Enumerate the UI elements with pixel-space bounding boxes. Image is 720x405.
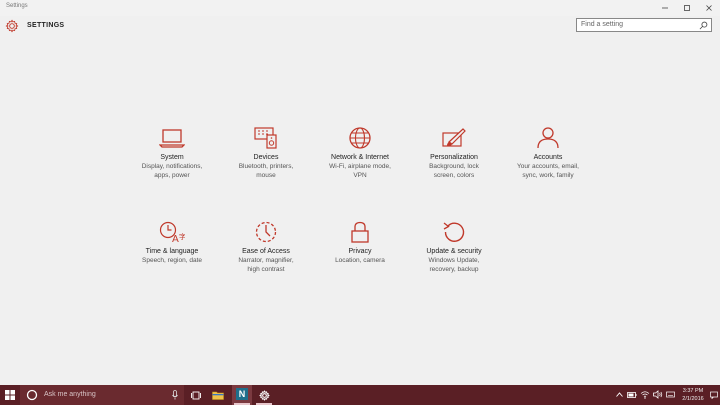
tile-devices[interactable]: Devices Bluetooth, printers, mouse bbox=[224, 127, 308, 180]
clock-language-icon: A 字 bbox=[159, 221, 185, 243]
tile-desc: Narrator, magnifier, bbox=[238, 257, 294, 264]
file-explorer-button[interactable] bbox=[208, 385, 228, 405]
tile-desc: Speech, region, date bbox=[142, 257, 202, 264]
devices-icon bbox=[254, 127, 277, 149]
window-controls bbox=[654, 0, 720, 16]
tile-privacy[interactable]: Privacy Location, camera bbox=[318, 221, 402, 265]
ease-access-icon bbox=[255, 221, 277, 243]
tile-desc: recovery, backup bbox=[429, 266, 479, 273]
volume-icon[interactable] bbox=[653, 390, 663, 399]
tile-system[interactable]: System Display, notifications, apps, pow… bbox=[130, 127, 214, 180]
tile-title: Time & language bbox=[145, 248, 199, 255]
laptop-icon bbox=[159, 129, 185, 148]
title-bar: Settings bbox=[0, 0, 720, 16]
tile-desc: Bluetooth, printers, bbox=[238, 163, 294, 170]
tile-title: Update & security bbox=[426, 248, 482, 255]
cortana-search-input[interactable]: Ask me anything bbox=[44, 391, 96, 398]
find-setting-search[interactable]: Find a setting bbox=[576, 18, 712, 32]
tile-title: Accounts bbox=[533, 154, 563, 161]
chevron-up-icon[interactable] bbox=[616, 392, 623, 397]
tile-accounts[interactable]: Accounts Your accounts, email, sync, wor… bbox=[506, 127, 590, 180]
search-input[interactable]: Find a setting bbox=[581, 21, 623, 28]
taskbar: Ask me anything N 3:37 PM 2/1/2016 bbox=[0, 385, 720, 405]
tile-title: Ease of Access bbox=[242, 248, 290, 255]
tile-title: Network & Internet bbox=[331, 154, 389, 161]
tile-desc: screen, colors bbox=[433, 172, 475, 179]
tile-ease-of-access[interactable]: Ease of Access Narrator, magnifier, high… bbox=[224, 221, 308, 274]
minimize-button[interactable] bbox=[654, 0, 676, 16]
battery-icon[interactable] bbox=[627, 391, 637, 399]
gear-icon bbox=[5, 19, 19, 33]
start-button[interactable] bbox=[0, 385, 20, 405]
maximize-button[interactable] bbox=[676, 0, 698, 16]
tile-personalization[interactable]: Personalization Background, lock screen,… bbox=[412, 127, 496, 180]
gear-icon bbox=[258, 389, 270, 401]
tile-title: Personalization bbox=[430, 154, 478, 161]
tile-time-language[interactable]: A 字 Time & language Speech, region, date bbox=[130, 221, 214, 265]
person-icon bbox=[537, 127, 559, 149]
svg-text:字: 字 bbox=[179, 232, 185, 241]
tile-desc: high contrast bbox=[247, 266, 285, 273]
refresh-icon bbox=[443, 222, 465, 242]
lock-icon bbox=[351, 221, 369, 243]
keyboard-icon[interactable] bbox=[666, 390, 675, 399]
page-title: SETTINGS bbox=[27, 22, 65, 29]
settings-taskbar-button[interactable] bbox=[254, 385, 274, 405]
cortana-search-box[interactable]: Ask me anything bbox=[20, 385, 184, 405]
svg-text:A: A bbox=[172, 234, 179, 243]
minimize-icon bbox=[662, 7, 668, 9]
cortana-icon bbox=[26, 389, 38, 401]
task-view-button[interactable] bbox=[186, 385, 206, 405]
tile-desc: Your accounts, email, bbox=[517, 163, 579, 170]
tile-desc: Background, lock bbox=[429, 163, 479, 170]
tile-desc: Location, camera bbox=[335, 257, 385, 264]
settings-window: Settings SETTINGS Find a setting System … bbox=[0, 0, 720, 385]
close-icon bbox=[706, 5, 712, 11]
tile-desc: Wi-Fi, airplane mode, bbox=[329, 163, 391, 170]
globe-icon bbox=[349, 127, 371, 149]
tile-desc: mouse bbox=[256, 172, 276, 179]
tile-update-security[interactable]: Update & security Windows Update, recove… bbox=[412, 221, 496, 274]
wifi-icon[interactable] bbox=[640, 390, 650, 399]
paint-icon bbox=[442, 128, 466, 147]
task-view-icon bbox=[191, 391, 201, 399]
clock[interactable]: 3:37 PM 2/1/2016 bbox=[678, 387, 708, 403]
search-icon[interactable] bbox=[699, 21, 708, 30]
tile-desc: sync, work, family bbox=[522, 172, 574, 179]
clock-date: 2/1/2016 bbox=[682, 396, 704, 402]
clock-time: 3:37 PM bbox=[682, 388, 704, 394]
windows-logo-icon bbox=[5, 390, 15, 400]
notes-app-icon: N bbox=[236, 388, 248, 400]
close-button[interactable] bbox=[698, 0, 720, 16]
tile-title: Devices bbox=[253, 154, 279, 161]
maximize-icon bbox=[684, 5, 690, 11]
folder-icon bbox=[212, 391, 224, 400]
notifications-icon[interactable] bbox=[710, 391, 718, 399]
tile-desc: VPN bbox=[353, 172, 367, 179]
tile-title: Privacy bbox=[348, 248, 372, 255]
microphone-icon[interactable] bbox=[172, 390, 178, 400]
tile-desc: apps, power bbox=[154, 172, 190, 179]
tile-title: System bbox=[160, 154, 184, 161]
tile-network[interactable]: Network & Internet Wi-Fi, airplane mode,… bbox=[318, 127, 402, 180]
window-title: Settings bbox=[6, 3, 28, 9]
tile-desc: Display, notifications, bbox=[141, 163, 203, 170]
tile-desc: Windows Update, bbox=[428, 257, 480, 264]
notes-app-button[interactable]: N bbox=[232, 385, 252, 405]
